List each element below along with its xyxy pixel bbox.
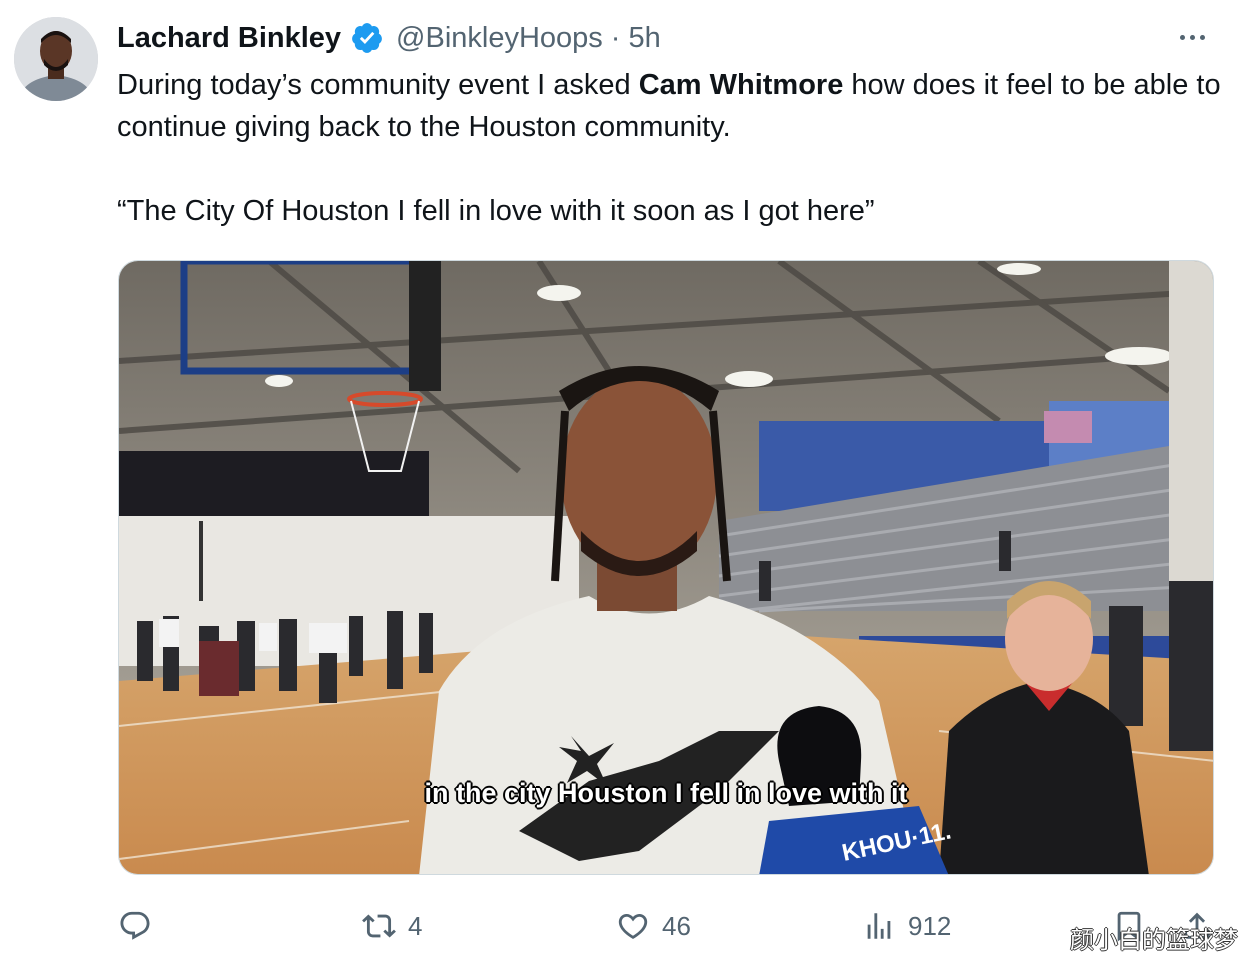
tweet-body: During today’s community event I asked C…	[117, 64, 1227, 148]
more-icon[interactable]	[1170, 22, 1214, 52]
mentioned-name: Cam Whitmore	[638, 69, 844, 101]
retweet-icon	[362, 914, 396, 938]
verified-badge-icon	[352, 23, 382, 53]
like-icon	[618, 913, 648, 939]
author-handle[interactable]: @BinkleyHoops	[396, 22, 603, 55]
tweet-media[interactable]: KHOU·11. in the city Houston I fell in l…	[118, 260, 1214, 875]
video-caption: in the city Houston I fell in love with …	[424, 778, 908, 808]
views-count: 912	[908, 910, 952, 941]
views-icon	[867, 913, 891, 939]
author-name[interactable]: Lachard Binkley	[117, 22, 341, 55]
like-count: 46	[662, 910, 691, 941]
tweet-text-part1: During today’s community event I asked	[117, 69, 639, 101]
author-avatar[interactable]	[14, 17, 98, 101]
tweet-text: During today’s community event I asked C…	[117, 64, 1227, 232]
action-bar: 4 46 912	[0, 900, 1254, 952]
tweet-quote: “The City Of Houston I fell in love with…	[117, 195, 875, 227]
reply-button[interactable]	[118, 900, 164, 952]
header-separator: ·	[610, 21, 621, 54]
tweet-header: Lachard Binkley @BinkleyHoops · 5h	[117, 18, 661, 58]
like-button[interactable]: 46	[616, 900, 691, 952]
reply-icon	[120, 911, 150, 940]
retweet-count: 4	[408, 910, 423, 941]
tweet-timestamp[interactable]: 5h	[628, 22, 660, 55]
retweet-button[interactable]: 4	[362, 900, 422, 952]
views-button[interactable]: 912	[862, 900, 951, 952]
watermark-text: 颜小白的篮球梦	[1070, 926, 1238, 954]
